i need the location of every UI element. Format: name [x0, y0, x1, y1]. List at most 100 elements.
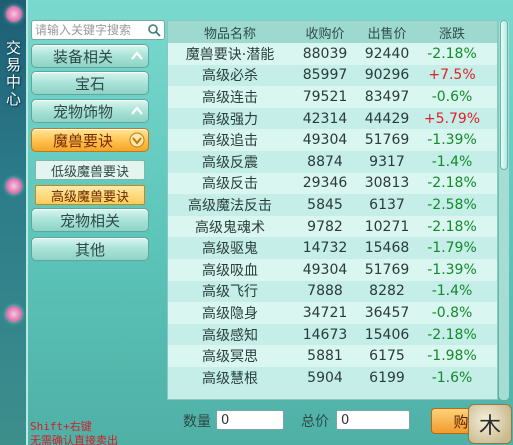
buy-price: 9782 [307, 218, 343, 235]
price-change: -1.39% [427, 261, 477, 278]
buy-price: 29346 [302, 175, 348, 192]
item-name: 高级反击 [202, 176, 258, 193]
price-change: -1.4% [431, 283, 473, 300]
table-row[interactable]: 高级隐身 34721 36457 -0.8% [168, 302, 497, 324]
price-change: -0.6% [431, 88, 473, 105]
sell-price: 30813 [364, 175, 410, 192]
search-box[interactable] [31, 20, 165, 40]
header-change[interactable]: 涨跌 [416, 23, 488, 42]
buy-price: 8874 [307, 153, 343, 170]
total-price-label: 总价 [301, 414, 329, 430]
item-name: 高级强力 [202, 111, 258, 128]
item-table: 物品名称 收购价 出售价 涨跌 魔兽要诀·潜能 88039 92440 -2.18% 高… [167, 20, 498, 400]
table-row[interactable]: 高级强力 42314 44429 +5.79% [168, 107, 497, 130]
buy-price: 88039 [302, 45, 348, 62]
quantity-field[interactable]: 0 [216, 410, 284, 430]
item-name: 高级连击 [202, 89, 258, 106]
table-row[interactable]: 高级魔法反击 5845 6137 -2.58% [168, 194, 497, 216]
total-price-field: 0 [336, 410, 410, 430]
table-rows: 魔兽要诀·潜能 88039 92440 -2.18% 高级必杀 85997 90296 +7.… [168, 43, 497, 389]
table-row[interactable]: 高级追击 49304 51769 -1.39% [168, 129, 497, 151]
sell-price: 8282 [369, 283, 405, 300]
subitem-high-beast-skills[interactable]: 高级魔兽要诀 [35, 185, 145, 205]
price-change: -2.18% [427, 218, 477, 235]
category-other[interactable]: 其他 [31, 237, 149, 261]
category-equipment[interactable]: 装备相关 [31, 44, 149, 68]
table-row[interactable]: 高级吸血 49304 51769 -1.39% [168, 258, 497, 281]
price-change: -2.18% [427, 175, 477, 192]
category-label: 魔兽要诀 [52, 131, 113, 150]
price-change: -1.79% [427, 240, 477, 257]
sell-price: 83497 [364, 88, 410, 105]
item-name: 高级吸血 [202, 262, 258, 279]
sell-price: 6137 [369, 196, 405, 213]
trade-window: 交易中心 装备相关 宝石 宠物饰物 魔兽要诀 [0, 0, 513, 445]
sell-price: 6199 [369, 369, 405, 386]
price-change: -2.18% [427, 326, 477, 343]
price-change: -2.18% [427, 45, 477, 62]
buy-price: 5904 [307, 369, 343, 386]
table-row[interactable]: 高级感知 14673 15406 -2.18% [168, 323, 497, 346]
category-pet-related[interactable]: 宠物相关 [31, 208, 149, 232]
price-change: -1.4% [431, 153, 473, 170]
header-sell-price[interactable]: 出售价 [358, 23, 416, 42]
buy-price: 5845 [307, 196, 343, 213]
category-label: 宝石 [74, 74, 105, 93]
knot-icon [6, 178, 22, 194]
sell-price: 10271 [364, 218, 410, 235]
table-row[interactable]: 高级反震 8874 9317 -1.4% [168, 150, 497, 173]
buy-price: 7888 [307, 283, 343, 300]
item-name: 高级必杀 [202, 68, 258, 85]
item-name: 高级反震 [202, 154, 258, 171]
table-row[interactable]: 高级必杀 85997 90296 +7.5% [168, 64, 497, 87]
item-name: 高级鬼魂术 [195, 219, 265, 236]
category-label: 宠物饰物 [52, 102, 113, 121]
buy-price: 49304 [302, 261, 348, 278]
table-row[interactable]: 高级鬼魂术 9782 10271 -2.18% [168, 215, 497, 238]
subitem-low-beast-skills[interactable]: 低级魔兽要诀 [35, 160, 145, 180]
sell-price: 51769 [364, 261, 410, 278]
chevron-down-icon[interactable] [129, 132, 145, 148]
item-name: 高级追击 [202, 133, 258, 150]
price-change: -0.8% [431, 304, 473, 321]
category-label: 其他 [74, 240, 105, 259]
table-row[interactable]: 高级反击 29346 30813 -2.18% [168, 172, 497, 195]
item-name: 高级感知 [202, 327, 258, 344]
category-pet-ornaments[interactable]: 宠物饰物 [31, 99, 149, 123]
search-icon[interactable] [147, 23, 161, 37]
category-gems[interactable]: 宝石 [31, 71, 149, 95]
table-row[interactable]: 高级慧根 5904 6199 -1.6% [168, 366, 497, 389]
chevron-up-icon[interactable] [129, 103, 145, 119]
table-row[interactable]: 高级连击 79521 83497 -0.6% [168, 86, 497, 108]
item-name: 高级冥思 [202, 349, 258, 366]
table-row[interactable]: 高级飞行 7888 8282 -1.4% [168, 280, 497, 303]
search-input[interactable] [32, 23, 144, 37]
knot-icon [6, 6, 22, 22]
buy-price: 85997 [302, 67, 348, 84]
price-change: -1.6% [431, 369, 473, 386]
price-change: +7.5% [428, 67, 476, 84]
table-row[interactable]: 高级驱鬼 14732 15468 -1.79% [168, 237, 497, 259]
price-change: -1.98% [427, 348, 477, 365]
scrollbar-thumb[interactable] [500, 20, 508, 170]
sell-price: 9317 [369, 153, 405, 170]
table-header: 物品名称 收购价 出售价 涨跌 [168, 21, 497, 43]
header-name[interactable]: 物品名称 [168, 23, 292, 42]
category-beast-skills[interactable]: 魔兽要诀 [31, 128, 149, 152]
sell-price: 90296 [364, 67, 410, 84]
hint-quick-sell: 无需确认直接卖出 [30, 434, 118, 445]
header-buy-price[interactable]: 收购价 [292, 23, 358, 42]
sell-price: 51769 [364, 132, 410, 149]
buy-price: 42314 [302, 110, 348, 127]
category-label: 宠物相关 [59, 211, 120, 230]
item-name: 魔兽要诀·潜能 [185, 46, 275, 63]
scrollbar[interactable] [499, 20, 509, 400]
sell-price: 44429 [364, 110, 410, 127]
item-name: 高级飞行 [202, 284, 258, 301]
item-name: 高级慧根 [202, 370, 258, 387]
table-row[interactable]: 高级冥思 5881 6175 -1.98% [168, 345, 497, 367]
item-name: 高级魔法反击 [188, 197, 272, 214]
chevron-up-icon[interactable] [129, 48, 145, 64]
table-row[interactable]: 魔兽要诀·潜能 88039 92440 -2.18% [168, 43, 497, 65]
buy-price: 14673 [302, 326, 348, 343]
